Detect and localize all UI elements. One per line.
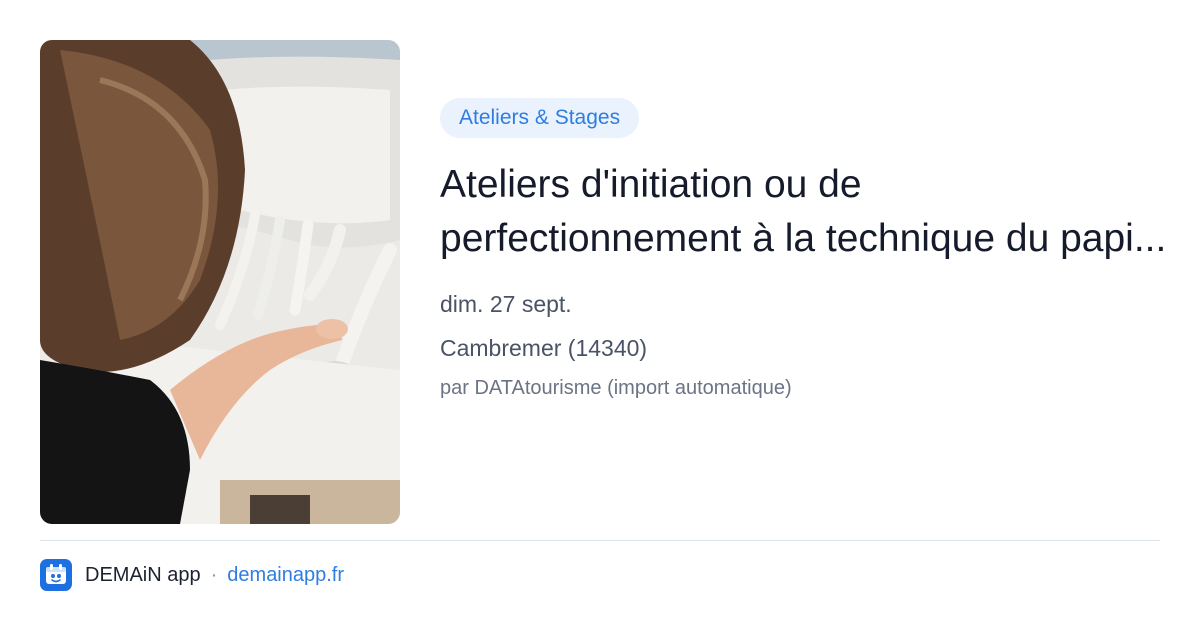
app-url-link[interactable]: demainapp.fr xyxy=(227,564,344,587)
footer: DEMAiN app · demainapp.fr xyxy=(40,558,344,592)
event-source: par DATAtourisme (import automatique) xyxy=(440,377,792,399)
category-badge[interactable]: Ateliers & Stages xyxy=(440,98,640,138)
event-share-card: Ateliers & Stages Ateliers d'initiation … xyxy=(0,0,1200,630)
demain-logo-icon xyxy=(40,559,72,591)
event-photo xyxy=(40,40,400,524)
footer-separator: · xyxy=(210,563,218,586)
event-details: Ateliers & Stages Ateliers d'initiation … xyxy=(440,98,1170,402)
footer-divider xyxy=(40,540,1160,541)
event-location: Cambremer (14340) xyxy=(440,335,648,361)
event-title[interactable]: Ateliers d'initiation ou de perfectionne… xyxy=(440,158,1170,266)
app-name: DEMAiN app xyxy=(85,563,201,586)
event-date: dim. 27 sept. xyxy=(440,291,572,317)
